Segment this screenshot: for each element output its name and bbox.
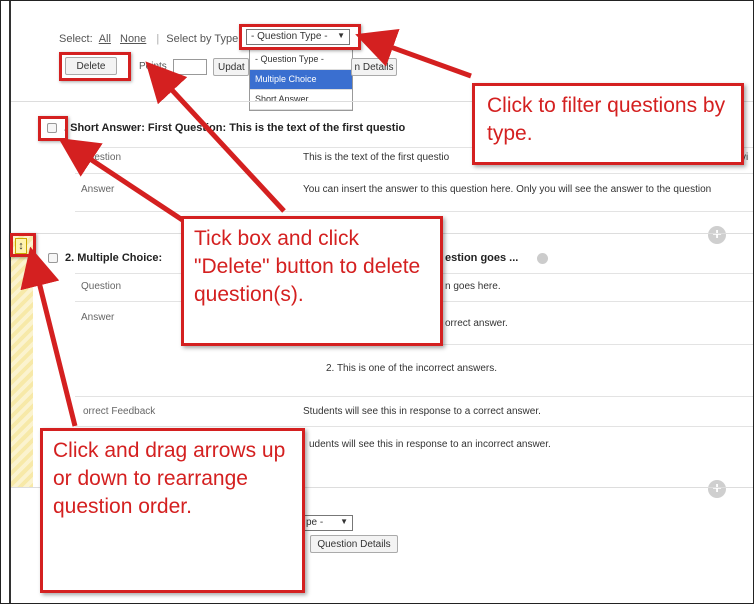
filter-callout: Click to filter questions by type. bbox=[472, 83, 744, 165]
delete-callout: Tick box and click "Delete" button to de… bbox=[181, 216, 443, 346]
screenshot-frame: Select: All None | Select by Type - Ques… bbox=[0, 0, 754, 604]
drag-callout: Click and drag arrows up or down to rear… bbox=[40, 428, 305, 593]
